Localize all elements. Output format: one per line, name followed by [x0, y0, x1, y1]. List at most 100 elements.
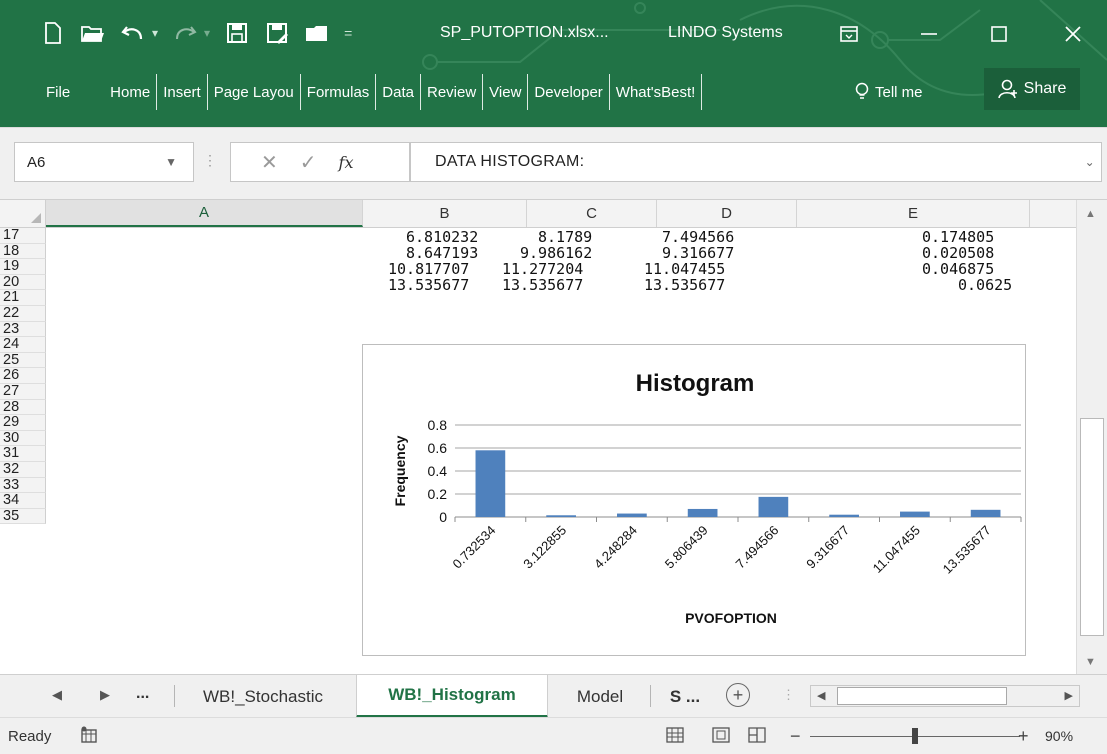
redo-icon[interactable] — [172, 20, 198, 46]
zoom-out-icon[interactable]: − — [790, 726, 801, 747]
save-icon[interactable] — [224, 20, 250, 46]
row-header[interactable]: 30 — [0, 430, 46, 447]
cancel-entry-icon[interactable]: ✕ — [261, 150, 278, 175]
formula-buttons: ✕ ✓ fx — [230, 142, 410, 182]
open-folder-icon[interactable] — [80, 20, 106, 46]
scroll-right-icon[interactable]: ▶ — [1065, 689, 1073, 702]
name-box[interactable]: A6 ▼ — [14, 142, 194, 182]
scroll-tabs-left-icon[interactable]: ◀ — [52, 687, 62, 703]
zoom-slider-thumb[interactable] — [912, 728, 918, 744]
row-header[interactable]: 32 — [0, 461, 46, 478]
more-sheets-left[interactable]: ... — [136, 685, 149, 703]
row-header[interactable]: 23 — [0, 321, 46, 338]
redo-dropdown-icon[interactable]: ▾ — [204, 26, 210, 40]
row-header[interactable]: 17 — [0, 227, 46, 244]
histogram-bar — [900, 511, 930, 517]
row-header[interactable]: 33 — [0, 477, 46, 494]
row-header[interactable]: 27 — [0, 383, 46, 400]
macro-record-icon[interactable] — [80, 726, 98, 748]
expand-formula-bar-icon[interactable]: ⌄ — [1085, 155, 1095, 169]
row-header[interactable]: 26 — [0, 368, 46, 384]
customize-toolbar-icon[interactable]: = — [344, 25, 352, 41]
row-header[interactable]: 20 — [0, 274, 46, 291]
tab-review[interactable]: Review — [421, 70, 482, 114]
tell-me-box[interactable]: Tell me — [855, 70, 923, 114]
row-header[interactable]: 35 — [0, 508, 46, 525]
scroll-tabs-right-icon[interactable]: ▶ — [100, 687, 110, 703]
sheet-tab-truncated[interactable]: S ... — [656, 675, 714, 718]
formula-bar-area: A6 ▼ ⋮ ✕ ✓ fx DATA HISTOGRAM: ⌄ — [0, 127, 1107, 199]
column-header-c[interactable]: C — [527, 200, 657, 227]
zoom-level[interactable]: 90% — [1045, 728, 1073, 744]
page-break-view-icon[interactable] — [748, 726, 766, 748]
column-header-a[interactable]: A — [46, 200, 363, 227]
undo-dropdown-icon[interactable]: ▾ — [152, 26, 158, 40]
column-header-b[interactable]: B — [363, 200, 527, 227]
tab-file[interactable]: File — [40, 70, 76, 114]
column-header-d[interactable]: D — [657, 200, 797, 227]
cell-d20[interactable]: 13.535677 — [644, 276, 725, 294]
vertical-scroll-thumb[interactable] — [1080, 418, 1104, 636]
minimize-icon[interactable] — [906, 14, 952, 54]
add-sheet-icon[interactable]: + — [726, 683, 750, 707]
row-header[interactable]: 22 — [0, 305, 46, 322]
formula-input[interactable]: DATA HISTOGRAM: ⌄ — [410, 142, 1102, 182]
tab-whatsbest[interactable]: What'sBest! — [610, 70, 702, 114]
tab-developer[interactable]: Developer — [528, 70, 608, 114]
scroll-left-icon[interactable]: ◀ — [817, 689, 825, 702]
save-as-icon[interactable] — [264, 20, 290, 46]
row-header[interactable]: 28 — [0, 399, 46, 416]
sheet-tab-stochastic[interactable]: WB!_Stochastic — [178, 675, 348, 718]
x-tick-label: 9.316677 — [803, 523, 852, 572]
scroll-down-icon[interactable]: ▼ — [1085, 656, 1096, 668]
tab-data[interactable]: Data — [376, 70, 420, 114]
select-all-corner[interactable] — [0, 200, 46, 227]
share-button[interactable]: Share — [984, 68, 1080, 110]
column-header-e[interactable]: E — [797, 200, 1030, 227]
y-axis-label: Frequency — [392, 435, 408, 506]
undo-icon[interactable] — [120, 20, 146, 46]
zoom-in-icon[interactable]: + — [1018, 726, 1029, 747]
y-tick-label: 0.6 — [428, 440, 448, 456]
scroll-up-icon[interactable]: ▲ — [1085, 208, 1096, 220]
cell-b20[interactable]: 13.535677 — [388, 276, 469, 294]
row-header[interactable]: 18 — [0, 243, 46, 260]
vertical-scrollbar[interactable]: ▲ ▼ — [1076, 200, 1107, 675]
cell-e20[interactable]: 0.0625 — [958, 276, 1012, 294]
tab-insert[interactable]: Insert — [157, 70, 207, 114]
tab-splitter-icon[interactable]: ⋮ — [782, 687, 795, 703]
folder-icon[interactable] — [304, 20, 330, 46]
tab-home[interactable]: Home — [104, 70, 156, 114]
chevron-down-icon[interactable]: ▼ — [165, 155, 177, 169]
cell-c20[interactable]: 13.535677 — [502, 276, 583, 294]
tab-divider — [156, 74, 158, 110]
formula-bar-grip-icon[interactable]: ⋮ — [203, 152, 217, 169]
row-header[interactable]: 31 — [0, 446, 46, 462]
close-icon[interactable] — [1050, 14, 1096, 54]
formula-value: DATA HISTOGRAM: — [435, 153, 585, 170]
horizontal-scroll-thumb[interactable] — [837, 687, 1007, 705]
normal-view-icon[interactable] — [666, 726, 684, 748]
insert-function-icon[interactable]: fx — [339, 153, 354, 172]
row-header[interactable]: 25 — [0, 352, 46, 369]
histogram-chart[interactable]: Histogram 0 0.2 0.4 0.6 0.8 Frequency 0.732534 3… — [362, 344, 1026, 656]
tab-page-layout[interactable]: Page Layou — [208, 70, 300, 114]
horizontal-scrollbar[interactable]: ◀ ▶ — [810, 685, 1080, 707]
maximize-icon[interactable] — [976, 14, 1022, 54]
row-header[interactable]: 29 — [0, 415, 46, 431]
row-header[interactable]: 21 — [0, 290, 46, 306]
tab-view[interactable]: View — [483, 70, 527, 114]
sheet-tab-model[interactable]: Model — [552, 675, 648, 718]
new-document-icon[interactable] — [40, 20, 66, 46]
ribbon-display-options-icon[interactable] — [826, 14, 872, 54]
sheet-tab-histogram[interactable]: WB!_Histogram — [356, 675, 548, 718]
row-header[interactable]: 19 — [0, 259, 46, 275]
page-layout-view-icon[interactable] — [712, 726, 730, 748]
tab-formulas[interactable]: Formulas — [301, 70, 376, 114]
row-header[interactable]: 34 — [0, 492, 46, 509]
histogram-bar — [546, 515, 576, 517]
histogram-bar — [970, 509, 1001, 517]
confirm-entry-icon[interactable]: ✓ — [300, 150, 317, 175]
row-header[interactable]: 24 — [0, 337, 46, 353]
ribbon-tabs: File Home Insert Page Layou Formulas Dat… — [0, 70, 703, 114]
